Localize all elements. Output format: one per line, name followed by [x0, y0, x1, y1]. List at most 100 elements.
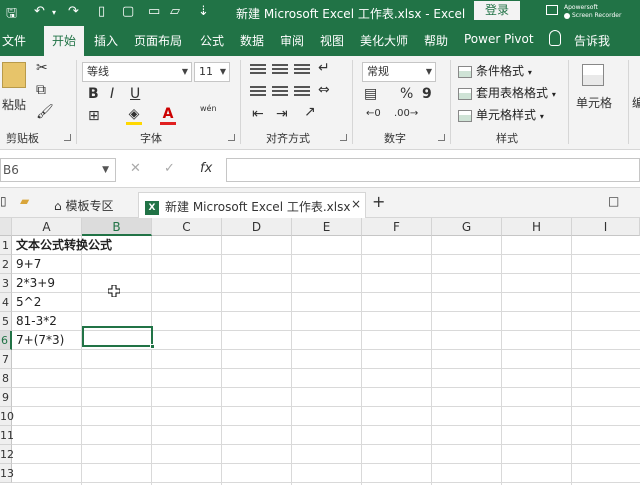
alignment-dialog-launcher[interactable] [340, 134, 347, 141]
column-header-a[interactable]: A [12, 218, 82, 236]
tab-insert[interactable]: 插入 [94, 32, 118, 49]
fill-handle[interactable] [150, 344, 155, 349]
row-header[interactable]: 1 [0, 236, 12, 255]
align-center-icon[interactable] [272, 86, 288, 98]
tab-data[interactable]: 数据 [240, 32, 264, 49]
cell-a4[interactable]: 5^2 [16, 293, 41, 312]
tab-page-layout[interactable]: 页面布局 [134, 32, 182, 49]
cell-a6[interactable]: 7+(7*3) [16, 331, 64, 350]
undo-dropdown-icon[interactable]: ▾ [52, 8, 56, 17]
decrease-decimal-icon[interactable]: .00→ [394, 108, 418, 119]
column-header-b[interactable]: B [82, 218, 152, 236]
bold-button[interactable]: B [88, 86, 99, 102]
orientation-icon[interactable]: ↗ [304, 104, 316, 120]
italic-button[interactable]: I [110, 86, 114, 102]
column-header-i[interactable]: I [572, 218, 640, 236]
row-header[interactable]: 10 [0, 407, 14, 426]
format-painter-icon[interactable]: 🖌 [36, 104, 54, 120]
row-header[interactable]: 13 [0, 464, 14, 483]
font-color-icon[interactable]: A [160, 106, 176, 125]
cell-a1[interactable]: 文本公式转换公式 [16, 236, 112, 255]
copy-icon[interactable]: ⧉ [36, 82, 46, 98]
column-header-e[interactable]: E [292, 218, 362, 236]
folder-icon[interactable]: ▰ [20, 194, 29, 208]
increase-decimal-icon[interactable]: ←0 [366, 108, 381, 119]
open-file-icon[interactable]: ▢ [122, 4, 134, 19]
column-header-c[interactable]: C [152, 218, 222, 236]
number-dialog-launcher[interactable] [438, 134, 445, 141]
fill-color-icon[interactable]: ◈ [126, 106, 142, 125]
print-icon[interactable]: ▭ [148, 4, 160, 19]
redo-icon[interactable]: ↷ [68, 4, 79, 19]
conditional-formatting-button[interactable]: 条件格式 ▾ [458, 62, 532, 79]
tab-view[interactable]: 视图 [320, 32, 344, 49]
close-tab-button[interactable]: × [351, 197, 361, 211]
column-header-d[interactable]: D [222, 218, 292, 236]
select-all-corner[interactable] [0, 218, 12, 236]
increase-indent-icon[interactable]: ⇥ [276, 106, 288, 122]
font-name-select[interactable]: 等线 ▼ [82, 62, 192, 82]
column-header-f[interactable]: F [362, 218, 432, 236]
customize-toolbar-icon[interactable]: ⇣ [198, 4, 209, 19]
accounting-format-icon[interactable]: ▤ [364, 86, 377, 102]
login-button[interactable]: 登录 [474, 1, 520, 20]
row-header[interactable]: 3 [0, 274, 12, 293]
row-header[interactable]: 12 [0, 445, 14, 464]
comma-style-button[interactable]: 9 [422, 86, 432, 102]
new-document-icon[interactable]: ▯ [98, 4, 105, 19]
undo-icon[interactable]: ↶ [34, 4, 45, 19]
row-header[interactable]: 11 [0, 426, 14, 445]
cell-area[interactable] [12, 236, 640, 485]
align-left-icon[interactable] [250, 86, 266, 98]
tab-formulas[interactable]: 公式 [200, 32, 224, 49]
borders-icon[interactable]: ⊞ [88, 108, 100, 124]
column-header-h[interactable]: H [502, 218, 572, 236]
format-as-table-button[interactable]: 套用表格格式 ▾ [458, 84, 556, 101]
align-bottom-icon[interactable] [294, 64, 310, 76]
decrease-indent-icon[interactable]: ⇤ [252, 106, 264, 122]
cut-icon[interactable]: ✂ [36, 60, 48, 76]
underline-button[interactable]: U [130, 86, 140, 102]
active-cell-b6[interactable] [82, 326, 155, 349]
new-tab-button[interactable]: + [372, 192, 385, 211]
editing-button[interactable]: 编 [632, 94, 640, 111]
cell-a5[interactable]: 81-3*2 [16, 312, 57, 331]
column-header-g[interactable]: G [432, 218, 502, 236]
row-header[interactable]: 8 [0, 369, 12, 388]
align-top-icon[interactable] [250, 64, 266, 76]
row-header[interactable]: 9 [0, 388, 12, 407]
confirm-entry-button[interactable]: ✓ [164, 161, 175, 176]
cancel-entry-button[interactable]: ✕ [130, 161, 141, 176]
align-middle-icon[interactable] [272, 64, 288, 76]
paste-button[interactable]: 粘贴 [2, 96, 26, 113]
font-dialog-launcher[interactable] [228, 134, 235, 141]
percent-button[interactable]: % [400, 86, 413, 102]
save-icon[interactable]: 🖫 [6, 4, 17, 26]
row-header[interactable]: 4 [0, 293, 12, 312]
wrap-text-icon[interactable]: ↵ [318, 60, 330, 76]
tab-help[interactable]: 帮助 [424, 32, 448, 49]
align-right-icon[interactable] [294, 86, 310, 98]
paste-icon[interactable] [2, 62, 26, 88]
tab-beautify-master[interactable]: 美化大师 [360, 32, 408, 49]
phonetic-button[interactable]: wén [200, 104, 217, 113]
tab-review[interactable]: 审阅 [280, 32, 304, 49]
row-header[interactable]: 7 [0, 350, 12, 369]
formula-input[interactable] [226, 158, 640, 182]
number-format-select[interactable]: 常规 ▼ [362, 62, 436, 82]
cell-a2[interactable]: 9+7 [16, 255, 41, 274]
tab-file[interactable]: 文件 [2, 32, 26, 49]
restore-window-icon[interactable]: □ [608, 194, 619, 208]
tab-power-pivot[interactable]: Power Pivot [464, 32, 534, 46]
row-header[interactable]: 6 [0, 331, 12, 350]
cell-styles-button[interactable]: 单元格样式 ▾ [458, 106, 544, 123]
row-header[interactable]: 5 [0, 312, 12, 331]
tell-me-search[interactable]: 告诉我 [574, 32, 610, 49]
clipboard-dialog-launcher[interactable] [64, 134, 71, 141]
row-header[interactable]: 2 [0, 255, 12, 274]
cell-a3[interactable]: 2*3+9 [16, 274, 55, 293]
insert-function-button[interactable]: fx [200, 161, 212, 176]
cells-icon[interactable] [582, 64, 604, 86]
font-size-select[interactable]: 11 ▼ [194, 62, 230, 82]
cells-button[interactable]: 单元格 [576, 94, 612, 111]
